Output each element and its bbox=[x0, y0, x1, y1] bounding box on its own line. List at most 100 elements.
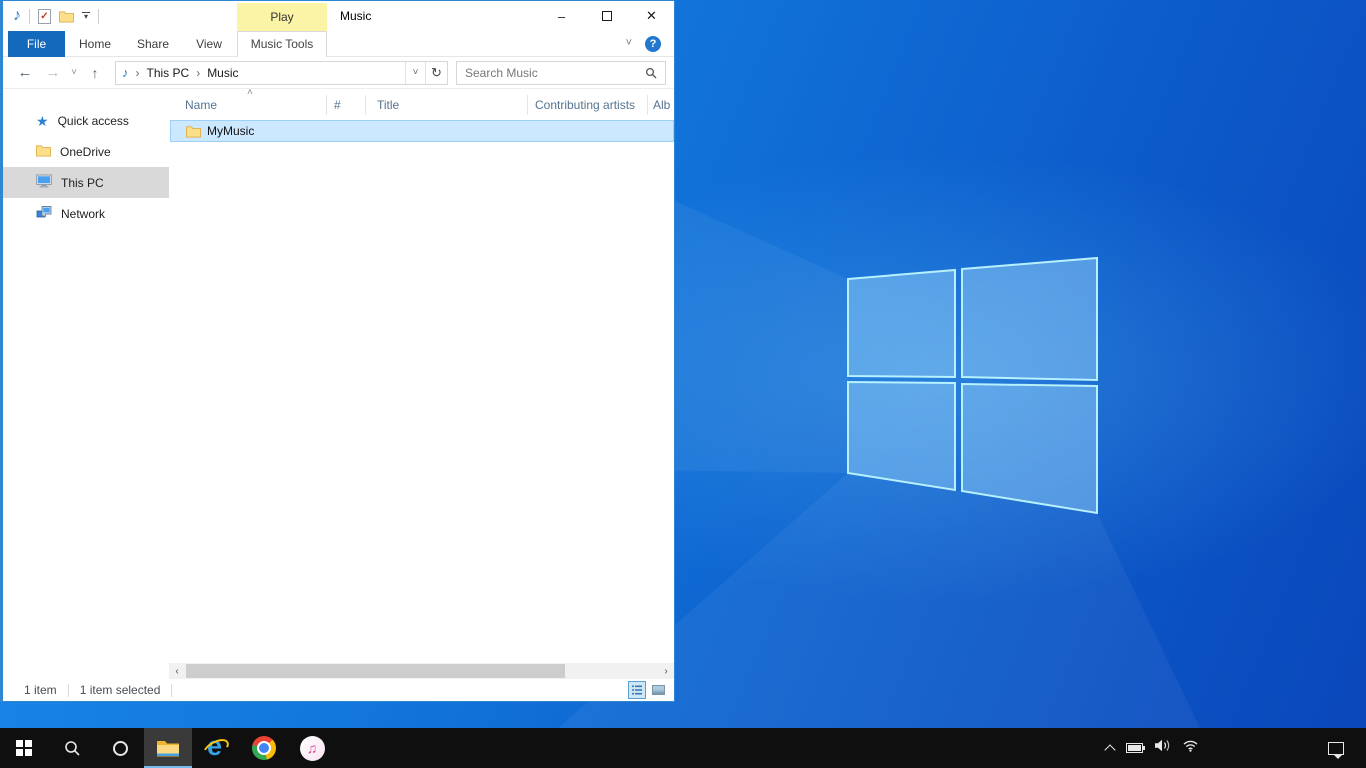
selection-count: 1 item selected bbox=[80, 683, 161, 697]
window-title: Music bbox=[340, 1, 371, 31]
title-bar: ♪ ✓ ▾ Play Music – ✕ bbox=[3, 1, 674, 31]
properties-button[interactable]: ✓ bbox=[38, 9, 51, 24]
view-toggles bbox=[628, 681, 667, 699]
search-input[interactable] bbox=[457, 66, 665, 80]
folder-icon bbox=[186, 125, 201, 138]
forward-button[interactable]: → bbox=[45, 64, 61, 81]
wifi-icon[interactable] bbox=[1182, 739, 1199, 757]
column-header-row: Name ˄ # Title Contributing artists Alb bbox=[169, 91, 674, 119]
sidebar-item-this-pc[interactable]: This PC bbox=[3, 167, 169, 198]
file-explorer-taskbar-button[interactable] bbox=[144, 728, 192, 768]
up-button[interactable]: ↑ bbox=[87, 65, 103, 81]
network-icon bbox=[36, 205, 52, 222]
sidebar-item-label: This PC bbox=[61, 176, 104, 190]
address-bar[interactable]: ♪ › This PC › Music ˅ ↻ bbox=[115, 61, 448, 85]
sidebar-item-onedrive[interactable]: OneDrive bbox=[3, 136, 169, 167]
details-view-button[interactable] bbox=[628, 681, 646, 699]
column-header-number[interactable]: # bbox=[334, 91, 341, 119]
breadcrumb-music[interactable]: Music bbox=[207, 66, 238, 80]
internet-explorer-button[interactable]: e bbox=[192, 728, 240, 768]
file-row-mymusic[interactable]: MyMusic bbox=[170, 120, 674, 142]
music-note-window-icon: ♪ bbox=[13, 8, 21, 24]
sort-ascending-icon: ˄ bbox=[247, 87, 253, 98]
search-box[interactable] bbox=[456, 61, 666, 85]
system-tray bbox=[1105, 728, 1366, 768]
music-note-icon: ♪ bbox=[122, 65, 129, 81]
new-folder-button[interactable] bbox=[59, 10, 74, 23]
large-icons-view-button[interactable] bbox=[649, 681, 667, 699]
quick-access-toolbar: ♪ ✓ ▾ bbox=[13, 1, 99, 31]
navigation-pane: ★ Quick access OneDrive This PC Network bbox=[3, 89, 169, 679]
status-bar: 1 item 1 item selected bbox=[3, 679, 674, 701]
back-button[interactable]: ← bbox=[17, 64, 33, 81]
scroll-left-icon[interactable]: ‹ bbox=[169, 663, 185, 679]
file-explorer-window: ♪ ✓ ▾ Play Music – ✕ File Home Share Vie… bbox=[0, 0, 675, 702]
file-list-pane: Name ˄ # Title Contributing artists Alb … bbox=[169, 89, 674, 679]
close-button[interactable]: ✕ bbox=[629, 1, 674, 31]
itunes-button[interactable]: ♫ bbox=[288, 728, 336, 768]
sidebar-item-label: Network bbox=[61, 207, 105, 221]
column-divider[interactable] bbox=[647, 95, 648, 115]
divider bbox=[68, 684, 69, 697]
cortana-button[interactable] bbox=[96, 728, 144, 768]
sidebar-item-label: OneDrive bbox=[60, 145, 111, 159]
column-divider[interactable] bbox=[365, 95, 366, 115]
item-count: 1 item bbox=[24, 683, 57, 697]
quick-access-star-icon: ★ bbox=[36, 114, 49, 128]
tray-expand-icon[interactable] bbox=[1105, 743, 1115, 753]
search-icon bbox=[64, 740, 81, 757]
windows-logo-icon bbox=[16, 740, 32, 756]
recent-locations-dropdown-icon[interactable]: ˅ bbox=[69, 67, 79, 78]
home-tab[interactable]: Home bbox=[73, 31, 117, 57]
folder-icon bbox=[36, 144, 51, 160]
share-tab[interactable]: Share bbox=[131, 31, 175, 57]
start-button[interactable] bbox=[0, 728, 48, 768]
column-header-contributing-artists[interactable]: Contributing artists bbox=[535, 91, 635, 119]
view-tab[interactable]: View bbox=[189, 31, 229, 57]
horizontal-scrollbar[interactable]: ‹ › bbox=[169, 663, 674, 679]
file-name: MyMusic bbox=[207, 124, 254, 138]
column-header-album[interactable]: Alb bbox=[653, 91, 670, 119]
sidebar-item-network[interactable]: Network bbox=[3, 198, 169, 229]
itunes-icon: ♫ bbox=[300, 736, 325, 761]
action-center-icon[interactable] bbox=[1328, 742, 1344, 755]
taskbar: e ♫ bbox=[0, 728, 1366, 768]
music-tools-tab[interactable]: Music Tools bbox=[237, 31, 327, 57]
window-controls: – ✕ bbox=[539, 1, 674, 31]
breadcrumb-this-pc[interactable]: This PC bbox=[147, 66, 190, 80]
sidebar-item-label: Quick access bbox=[58, 114, 129, 128]
search-icon[interactable] bbox=[645, 67, 658, 83]
help-icon[interactable]: ? bbox=[645, 36, 661, 52]
contextual-badge[interactable]: Play bbox=[237, 3, 327, 31]
column-header-name[interactable]: Name bbox=[185, 91, 217, 119]
scroll-right-icon[interactable]: › bbox=[658, 663, 674, 679]
battery-icon[interactable] bbox=[1126, 743, 1143, 753]
column-divider[interactable] bbox=[527, 95, 528, 115]
navigation-bar: ← → ˅ ↑ ♪ › This PC › Music ˅ ↻ bbox=[3, 57, 674, 89]
breadcrumb-chevron-icon: › bbox=[136, 66, 140, 80]
internet-explorer-icon: e bbox=[202, 734, 230, 762]
column-header-title[interactable]: Title bbox=[377, 91, 399, 119]
breadcrumb-chevron-icon: › bbox=[196, 66, 200, 80]
file-tab[interactable]: File bbox=[8, 31, 65, 57]
divider bbox=[29, 9, 30, 24]
refresh-icon[interactable]: ↻ bbox=[425, 62, 447, 84]
divider bbox=[98, 9, 99, 24]
divider bbox=[171, 684, 172, 697]
chrome-button[interactable] bbox=[240, 728, 288, 768]
taskbar-search-button[interactable] bbox=[48, 728, 96, 768]
monitor-icon bbox=[36, 174, 52, 191]
thumbnail-icon bbox=[652, 685, 665, 695]
ribbon-tab-row: File Home Share View Music Tools ˅ ? bbox=[3, 31, 674, 57]
file-explorer-icon bbox=[156, 739, 180, 758]
minimize-button[interactable]: – bbox=[539, 1, 584, 31]
cortana-icon bbox=[113, 741, 128, 756]
address-dropdown-icon[interactable]: ˅ bbox=[405, 62, 425, 84]
scrollbar-thumb[interactable] bbox=[186, 664, 565, 678]
volume-icon[interactable] bbox=[1154, 739, 1171, 757]
collapse-ribbon-icon[interactable]: ˅ bbox=[626, 31, 632, 57]
customize-toolbar-dropdown-icon[interactable]: ▾ bbox=[82, 12, 90, 20]
maximize-button[interactable] bbox=[584, 1, 629, 31]
column-divider[interactable] bbox=[326, 95, 327, 115]
sidebar-item-quick-access[interactable]: ★ Quick access bbox=[3, 105, 169, 136]
